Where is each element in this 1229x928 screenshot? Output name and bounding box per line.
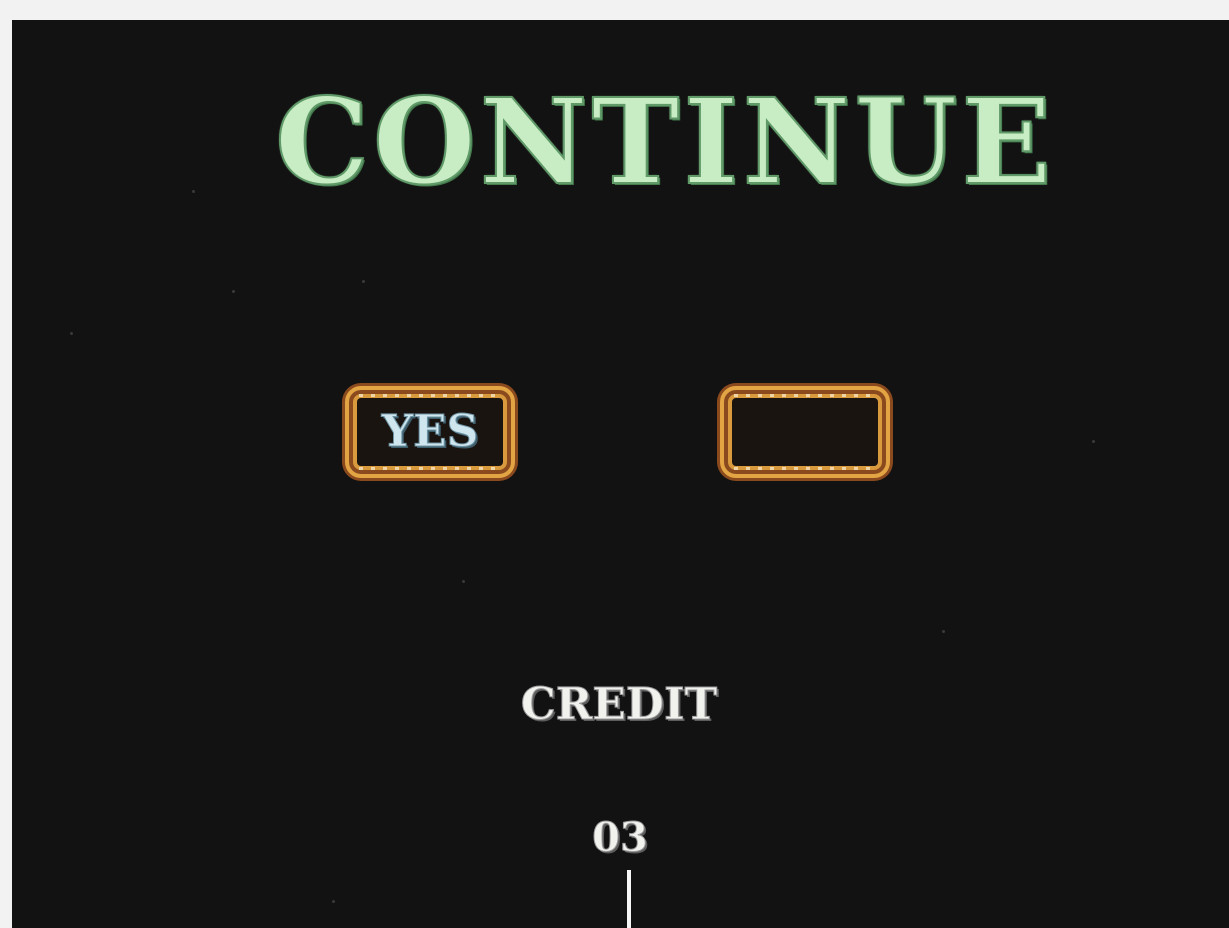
page-frame: CONTINUE YES CREDIT 03 xyxy=(0,0,1229,928)
second-option-button[interactable] xyxy=(720,386,890,478)
annotation-pointer-line xyxy=(627,870,631,928)
credit-count: 03 xyxy=(592,814,649,861)
print-noise xyxy=(192,190,195,193)
print-noise xyxy=(332,900,335,903)
print-noise xyxy=(362,280,365,283)
print-noise xyxy=(232,290,235,293)
game-screen: CONTINUE YES CREDIT 03 xyxy=(12,20,1229,928)
print-noise xyxy=(1092,440,1095,443)
second-option-label xyxy=(724,410,886,454)
print-noise xyxy=(942,630,945,633)
print-noise xyxy=(462,580,465,583)
print-noise xyxy=(70,332,73,335)
yes-option-button[interactable]: YES xyxy=(345,386,515,478)
credit-label: CREDIT xyxy=(520,679,718,730)
yes-option-label: YES xyxy=(381,406,479,457)
continue-title: CONTINUE xyxy=(274,72,1056,211)
